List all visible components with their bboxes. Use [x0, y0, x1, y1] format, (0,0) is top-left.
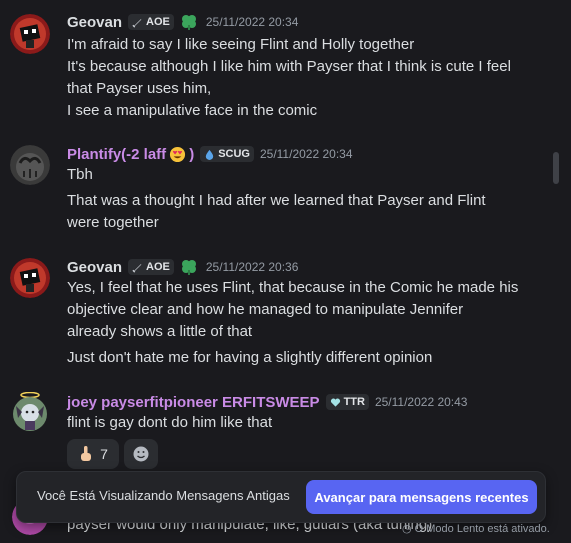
server-tag-label: AOE	[146, 16, 170, 28]
avatar[interactable]	[10, 391, 50, 432]
message-line: flint is gay dont do him like that	[67, 414, 273, 431]
server-tag[interactable]: TTR	[325, 394, 369, 410]
add-reaction-button[interactable]	[124, 439, 158, 469]
server-tag-label: AOE	[146, 261, 170, 273]
server-tag[interactable]: AOE	[128, 259, 174, 275]
server-tag-label: SCUG	[218, 148, 250, 160]
message-line: that Payser uses him,	[67, 80, 212, 97]
author-name-suffix: )	[189, 145, 195, 163]
message-line: Tbh	[67, 166, 93, 183]
sword-icon	[132, 263, 142, 273]
message-line: objective clear and how he managed to ma…	[67, 301, 464, 318]
timestamp: 25/11/2022 20:34	[205, 15, 299, 29]
server-tag[interactable]: AOE	[128, 14, 174, 30]
jump-to-present-button[interactable]: Avançar para mensagens recentes	[306, 480, 537, 514]
point-up-emoji	[81, 446, 92, 461]
message-line: It's because although I like him with Pa…	[67, 58, 511, 75]
author-name[interactable]: joey payserfitpioneer ERFITSWEEP	[67, 394, 320, 411]
banner-text: Você Está Visualizando Mensagens Antigas	[37, 488, 290, 503]
slow-mode-text: O Modo Lento está ativado.	[414, 523, 550, 535]
timestamp: 25/11/2022 20:43	[374, 395, 468, 409]
slow-mode-notice: ◷ O Modo Lento está ativado.	[402, 522, 550, 535]
heart-icon	[330, 398, 340, 407]
heart-eyes-emoji	[170, 146, 186, 162]
chat-messages: Geovan AOE 25/11/2022 20:34 I'm afraid t…	[0, 0, 571, 543]
message-line: I'm afraid to say I like seeing Flint an…	[67, 36, 415, 53]
clock-icon: ◷	[402, 523, 415, 535]
avatar[interactable]	[10, 258, 50, 298]
clover-icon	[181, 260, 196, 275]
server-tag-label: TTR	[343, 396, 365, 408]
add-reaction-icon	[133, 446, 149, 462]
reaction-count: 7	[100, 446, 108, 462]
timestamp: 25/11/2022 20:36	[205, 260, 299, 274]
message-line: were together	[67, 214, 159, 231]
scrollbar-thumb[interactable]	[553, 152, 559, 184]
message-line: Just don't hate me for having a slightly…	[67, 349, 433, 366]
old-messages-banner: Você Está Visualizando Mensagens Antigas…	[16, 471, 546, 523]
author-name[interactable]: Geovan	[67, 14, 122, 31]
message-line: That was a thought I had after we learne…	[67, 192, 486, 209]
message-line: I see a manipulative face in the comic	[67, 102, 318, 119]
message-line: Yes, I feel that he uses Flint, that bec…	[67, 279, 519, 296]
author-name[interactable]: Plantify(-2 laff	[67, 146, 166, 163]
timestamp: 25/11/2022 20:34	[259, 147, 353, 161]
water-drop-icon	[206, 149, 214, 160]
avatar[interactable]	[10, 14, 50, 54]
clover-icon	[181, 15, 196, 30]
sword-icon	[132, 18, 142, 28]
reaction-pill[interactable]: 7	[67, 439, 119, 469]
avatar[interactable]	[10, 145, 50, 185]
author-name[interactable]: Geovan	[67, 259, 122, 276]
message-line: already shows a little of that	[67, 323, 253, 340]
server-tag[interactable]: SCUG	[200, 146, 254, 162]
